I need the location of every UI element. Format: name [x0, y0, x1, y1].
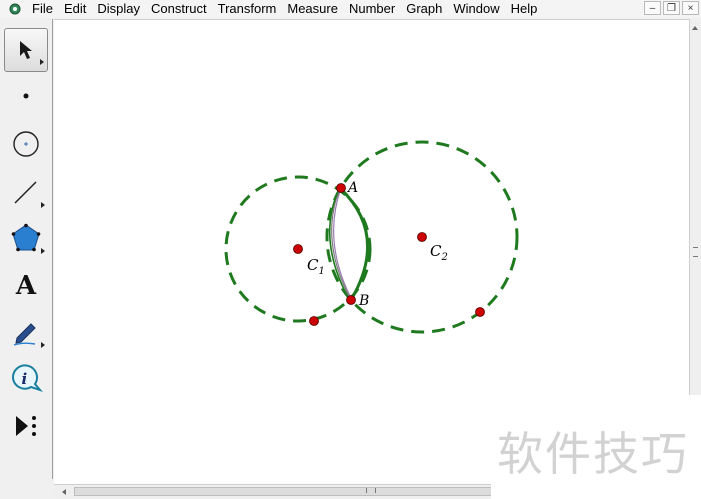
menu-file[interactable]: File: [27, 0, 59, 18]
label-c1-letter: C: [307, 256, 319, 274]
scroll-up-icon[interactable]: [692, 26, 698, 30]
menu-construct[interactable]: Construct: [146, 0, 213, 18]
label-c2[interactable]: C2: [430, 242, 448, 263]
scroll-left-icon[interactable]: [62, 489, 66, 495]
compass-circle-icon: [13, 131, 39, 157]
pentagon-icon: [11, 223, 41, 252]
more-tools-indicator: [41, 248, 45, 254]
label-c1[interactable]: C1: [307, 256, 325, 277]
arrow-icon: [20, 41, 32, 59]
label-c1-subscript: 1: [318, 266, 324, 277]
toolbox: A i: [0, 19, 53, 479]
info-glyph: i: [22, 370, 28, 388]
point-tool[interactable]: [4, 74, 48, 118]
horizontal-scrollbar[interactable]: [54, 484, 494, 498]
info-icon: i: [11, 364, 43, 393]
label-c2-letter: C: [430, 242, 442, 260]
close-button[interactable]: ×: [682, 1, 699, 15]
label-c2-subscript: 2: [440, 252, 447, 263]
point-a[interactable]: [336, 183, 346, 193]
restore-button[interactable]: ❐: [663, 1, 680, 15]
vertical-scrollbar[interactable]: [689, 19, 701, 395]
menu-transform[interactable]: Transform: [213, 0, 283, 18]
radius-point-c1[interactable]: [309, 316, 319, 326]
radius-point-c2[interactable]: [475, 307, 485, 317]
center-c1[interactable]: [293, 244, 303, 254]
label-a[interactable]: A: [346, 180, 358, 196]
segment-icon: [14, 181, 37, 204]
menu-display[interactable]: Display: [92, 0, 146, 18]
window-controls: – ❐ ×: [644, 1, 699, 15]
menu-edit[interactable]: Edit: [59, 0, 92, 18]
information-tool[interactable]: i: [4, 356, 48, 400]
scroll-grip-icon: [366, 488, 376, 493]
menu-window[interactable]: Window: [448, 0, 505, 18]
menu-help[interactable]: Help: [506, 0, 544, 18]
custom-tool[interactable]: [4, 404, 48, 448]
menu-bar: File Edit Display Construct Transform Me…: [0, 0, 701, 18]
point-b[interactable]: [346, 295, 356, 305]
play-more-icon: [16, 416, 36, 436]
polygon-tool[interactable]: [4, 216, 48, 260]
letter-a-icon: A: [15, 271, 37, 301]
marker-tool[interactable]: [4, 310, 48, 354]
more-tools-indicator: [41, 342, 45, 348]
menu-measure[interactable]: Measure: [282, 0, 344, 18]
point-icon: [23, 93, 29, 99]
arrow-select-tool[interactable]: [4, 28, 48, 72]
center-c2[interactable]: [417, 232, 427, 242]
label-b[interactable]: B: [358, 293, 369, 309]
pen-icon: [13, 323, 36, 346]
more-tools-indicator: [40, 59, 44, 65]
minimize-button[interactable]: –: [644, 1, 661, 15]
app-icon: [9, 3, 21, 15]
horizontal-scroll-thumb[interactable]: [74, 487, 494, 496]
menu-number[interactable]: Number: [344, 0, 401, 18]
menu-graph[interactable]: Graph: [401, 0, 448, 18]
compass-tool[interactable]: [4, 122, 48, 166]
more-tools-indicator: [41, 202, 45, 208]
straightedge-tool[interactable]: [4, 170, 48, 214]
scroll-grip-icon: [693, 247, 698, 257]
watermark-text: 软件技巧: [497, 427, 689, 481]
text-tool[interactable]: A: [4, 264, 48, 308]
